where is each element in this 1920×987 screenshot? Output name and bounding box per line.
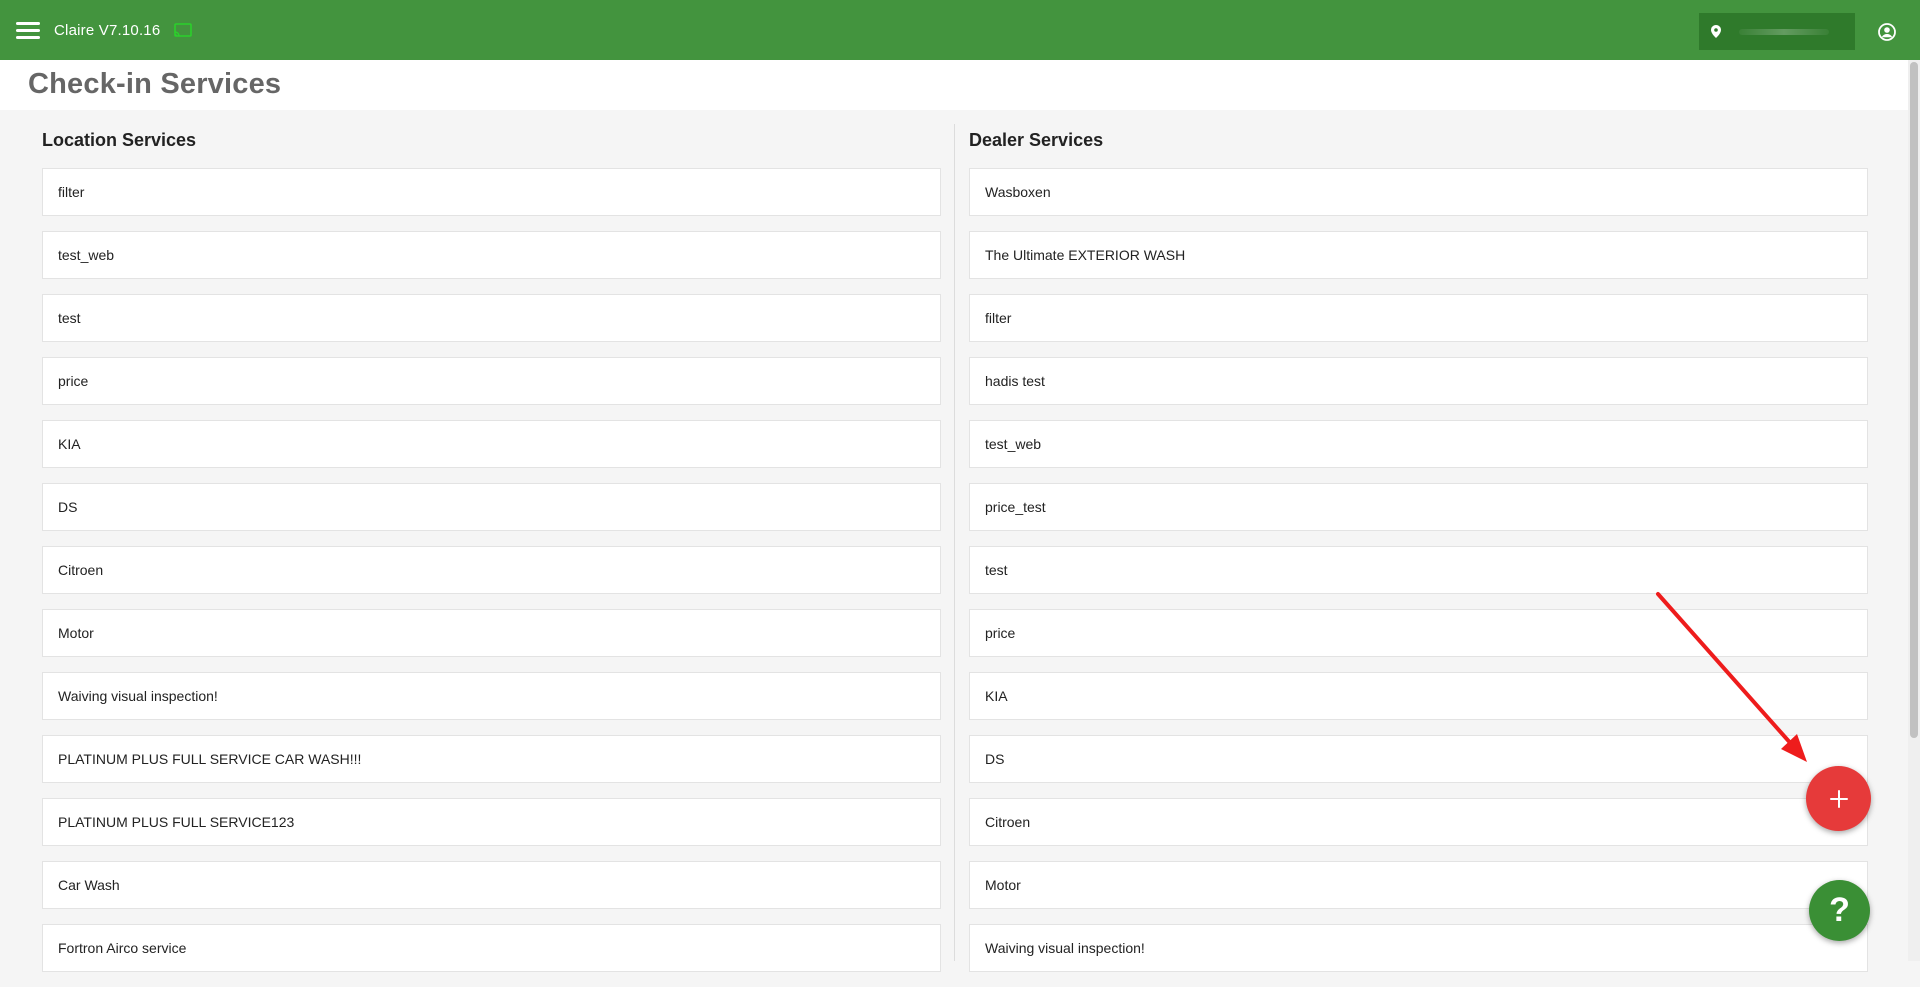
dealer-service-item[interactable]: filter: [969, 294, 1868, 342]
app-title: Claire V7.10.16: [54, 21, 161, 39]
dealer-service-item[interactable]: Motor: [969, 861, 1868, 909]
services-content: Location Services filter test_web test p…: [0, 110, 1908, 972]
page-header: Check-in Services: [0, 60, 1908, 110]
location-selector[interactable]: [1699, 13, 1855, 50]
page-title: Check-in Services: [28, 68, 282, 100]
location-service-item[interactable]: price: [42, 357, 941, 405]
add-service-button[interactable]: [1806, 766, 1871, 831]
location-service-item[interactable]: test_web: [42, 231, 941, 279]
cast-icon[interactable]: [174, 23, 193, 37]
location-service-item[interactable]: test: [42, 294, 941, 342]
dealer-service-item[interactable]: hadis test: [969, 357, 1868, 405]
dealer-service-item[interactable]: KIA: [969, 672, 1868, 720]
menu-icon[interactable]: [16, 18, 40, 42]
location-service-item[interactable]: filter: [42, 168, 941, 216]
dealer-service-item[interactable]: price_test: [969, 483, 1868, 531]
dealer-services-panel: Dealer Services Wasboxen The Ultimate EX…: [969, 110, 1868, 987]
location-service-item[interactable]: PLATINUM PLUS FULL SERVICE123: [42, 798, 941, 846]
location-service-item[interactable]: Motor: [42, 609, 941, 657]
dealer-service-item[interactable]: Citroen: [969, 798, 1868, 846]
dealer-service-item[interactable]: The Ultimate EXTERIOR WASH: [969, 231, 1868, 279]
location-service-item[interactable]: Citroen: [42, 546, 941, 594]
location-service-item[interactable]: PLATINUM PLUS FULL SERVICE CAR WASH!!!: [42, 735, 941, 783]
dealer-service-item[interactable]: test_web: [969, 420, 1868, 468]
dealer-service-item[interactable]: Waiving visual inspection!: [969, 924, 1868, 972]
location-services-list: filter test_web test price KIA DS Citroe…: [42, 168, 941, 972]
location-service-item[interactable]: Car Wash: [42, 861, 941, 909]
dealer-service-item[interactable]: price: [969, 609, 1868, 657]
location-service-item[interactable]: Fortron Airco service: [42, 924, 941, 972]
account-icon[interactable]: [1878, 23, 1896, 41]
dealer-service-item[interactable]: test: [969, 546, 1868, 594]
location-pin-icon: [1711, 25, 1721, 38]
location-service-item[interactable]: KIA: [42, 420, 941, 468]
dealer-services-title: Dealer Services: [969, 130, 1104, 150]
location-name-redacted: [1739, 28, 1829, 35]
location-service-item[interactable]: DS: [42, 483, 941, 531]
column-divider: [954, 124, 955, 961]
top-app-bar: Claire V7.10.16: [0, 0, 1920, 60]
dealer-services-list: Wasboxen The Ultimate EXTERIOR WASH filt…: [969, 168, 1868, 972]
dealer-service-item[interactable]: DS: [969, 735, 1868, 783]
plus-icon: [1829, 789, 1848, 808]
scrollbar-thumb[interactable]: [1910, 62, 1918, 738]
location-service-item[interactable]: Waiving visual inspection!: [42, 672, 941, 720]
location-services-panel: Location Services filter test_web test p…: [42, 110, 941, 987]
location-services-title: Location Services: [42, 130, 197, 150]
dealer-service-item[interactable]: Wasboxen: [969, 168, 1868, 216]
help-button[interactable]: ?: [1809, 880, 1870, 941]
page-scrollbar[interactable]: [1908, 60, 1920, 961]
